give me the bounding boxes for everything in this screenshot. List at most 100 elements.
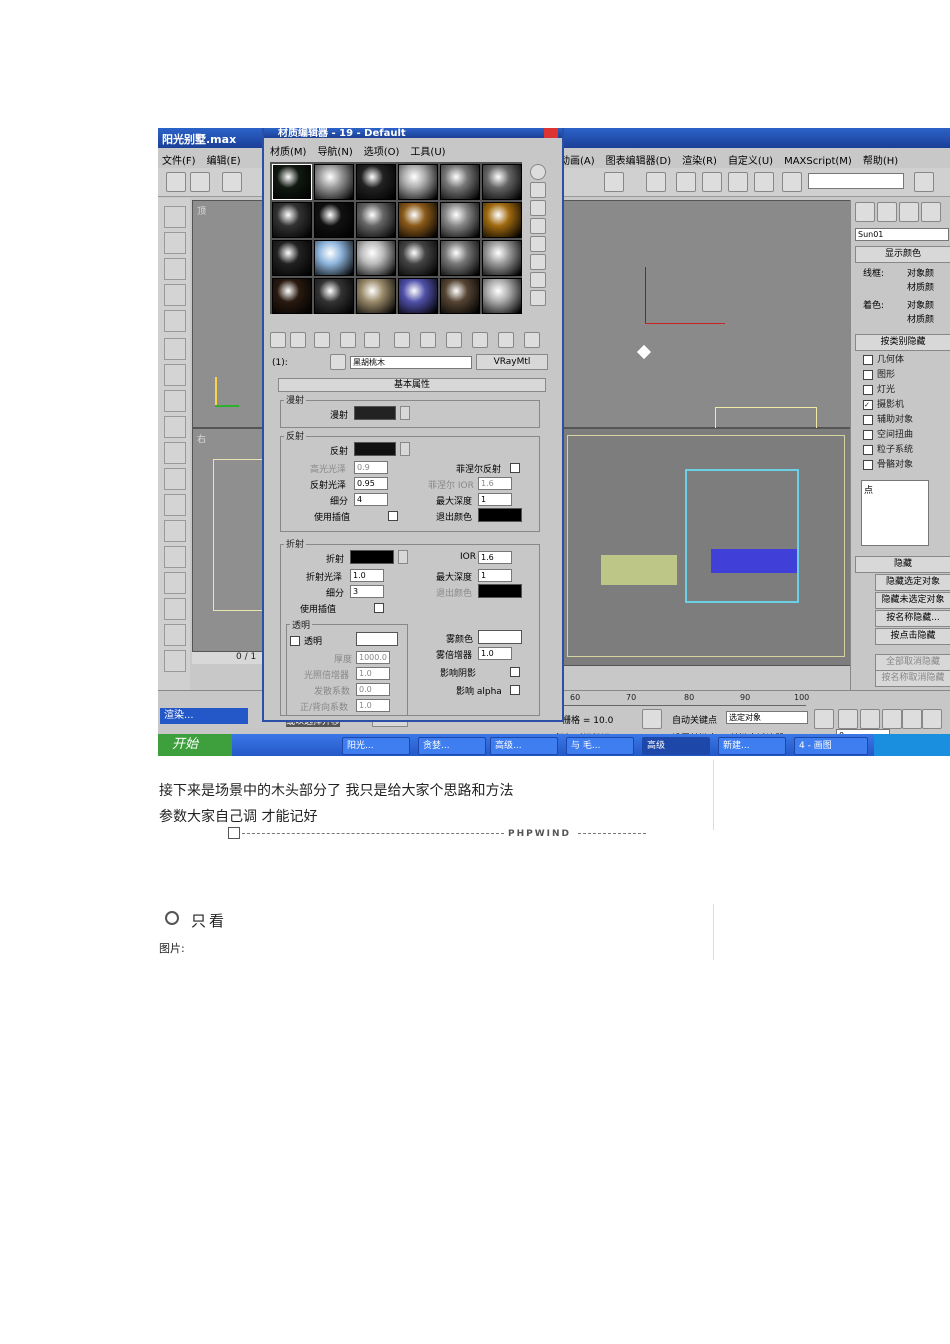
sample-slot[interactable]: [356, 202, 396, 238]
affect-alpha-checkbox[interactable]: [510, 685, 520, 695]
translucent-color-swatch[interactable]: [356, 632, 398, 646]
menu-edit[interactable]: 编辑(E): [207, 156, 241, 167]
menu-graph-editors[interactable]: 图表编辑器(D): [606, 156, 672, 167]
reset-map-icon[interactable]: [340, 332, 356, 348]
material-name-field[interactable]: 黑胡桃木: [350, 356, 472, 369]
category-checkbox[interactable]: [863, 369, 873, 380]
refr-use-interp-checkbox[interactable]: [374, 603, 384, 613]
refl-use-interp-checkbox[interactable]: [388, 511, 398, 521]
background-checker-icon[interactable]: [530, 200, 546, 216]
sample-slot[interactable]: [314, 202, 354, 238]
next-frame-icon[interactable]: [882, 709, 902, 729]
viewport-top[interactable]: 顶: [192, 200, 264, 428]
hide-selected-button[interactable]: 隐藏选定对象: [875, 574, 950, 591]
sample-slot[interactable]: [398, 240, 438, 276]
hide-by-hit-button[interactable]: 按点击隐藏: [875, 628, 950, 645]
menu-animation[interactable]: 动画(A): [560, 156, 595, 167]
put-to-library-icon[interactable]: [394, 332, 410, 348]
sun-light-icon[interactable]: [636, 344, 652, 360]
goto-end-icon[interactable]: [902, 709, 922, 729]
put-to-scene-icon[interactable]: [290, 332, 306, 348]
auto-key-button[interactable]: 自动关键点: [672, 713, 717, 726]
bucket-tool-icon[interactable]: [164, 624, 186, 646]
ior-field[interactable]: 1.6: [478, 551, 512, 564]
unhide-all-button[interactable]: 全部取消隐藏: [875, 654, 950, 671]
material-type-button[interactable]: VRayMtl: [476, 354, 548, 370]
angle-snap-icon[interactable]: [702, 172, 722, 192]
modify-tab-icon[interactable]: [877, 202, 897, 222]
category-checkbox[interactable]: [863, 414, 873, 425]
category-item[interactable]: 几何体: [863, 352, 904, 365]
time-ruler[interactable]: 60 70 80 90 100: [562, 691, 809, 706]
fog-color-swatch[interactable]: [478, 630, 522, 644]
make-preview-icon[interactable]: [530, 254, 546, 270]
category-checkbox[interactable]: [863, 429, 873, 440]
cylinder-tool-icon[interactable]: [164, 232, 186, 254]
box-tool-icon[interactable]: [164, 206, 186, 228]
sample-slot[interactable]: [356, 278, 396, 314]
fwd-back-field[interactable]: 1.0: [356, 699, 390, 712]
play-icon[interactable]: [860, 709, 880, 729]
sample-slot[interactable]: [440, 202, 480, 238]
fog-mult-field[interactable]: 1.0: [478, 647, 512, 660]
task-6[interactable]: 新建...: [718, 737, 786, 755]
sphere-tool-icon[interactable]: [164, 258, 186, 280]
options-icon[interactable]: [530, 272, 546, 288]
show-map-icon[interactable]: [446, 332, 462, 348]
percent-snap-icon[interactable]: [728, 172, 748, 192]
biped-tool-icon[interactable]: [164, 598, 186, 620]
refl-exit-color-swatch[interactable]: [478, 508, 522, 522]
display-color-rollout[interactable]: 显示颜色: [855, 246, 950, 263]
shade-object-color-radio[interactable]: 对象颜: [907, 298, 934, 311]
prev-frame-icon[interactable]: [838, 709, 858, 729]
sample-type-icon[interactable]: [530, 164, 546, 180]
hammer-tool-icon[interactable]: [164, 416, 186, 438]
mirror-icon[interactable]: [914, 172, 934, 192]
dropdown-icon[interactable]: [604, 172, 624, 192]
plane-tool-icon[interactable]: [164, 338, 186, 360]
cone-tool-icon[interactable]: [164, 284, 186, 306]
make-unique-icon[interactable]: [364, 332, 380, 348]
sample-slot[interactable]: [272, 164, 312, 200]
category-item[interactable]: 空间扭曲: [863, 427, 913, 440]
go-to-parent-icon[interactable]: [498, 332, 514, 348]
material-effects-icon[interactable]: [420, 332, 436, 348]
layers-tool-icon[interactable]: [164, 364, 186, 386]
diffuse-color-swatch[interactable]: [354, 406, 396, 420]
named-selection-input[interactable]: [808, 173, 904, 189]
hilight-gloss-field[interactable]: 0.9: [354, 461, 388, 474]
get-material-icon[interactable]: [270, 332, 286, 348]
viewport-right[interactable]: 右: [192, 428, 265, 652]
refr-exit-color-swatch[interactable]: [478, 584, 522, 598]
motion-tab-icon[interactable]: [921, 202, 941, 222]
refl-subdivs-field[interactable]: 4: [354, 493, 388, 506]
task-4[interactable]: 与 毛...: [566, 737, 634, 755]
viewport-front[interactable]: [560, 200, 852, 429]
mtl-menu-navigation[interactable]: 导航(N): [317, 147, 352, 158]
scatter-field[interactable]: 0.0: [356, 683, 390, 696]
sample-slot[interactable]: [440, 240, 480, 276]
create-tab-icon[interactable]: [855, 202, 875, 222]
menu-customize[interactable]: 自定义(U): [728, 156, 773, 167]
basic-params-rollout[interactable]: 基本属性: [278, 378, 546, 392]
light-mult-field[interactable]: 1.0: [356, 667, 390, 680]
line-tool-icon[interactable]: [164, 390, 186, 412]
pick-material-icon[interactable]: [330, 354, 346, 370]
video-check-icon[interactable]: [530, 236, 546, 252]
helper-tool-icon[interactable]: [164, 520, 186, 542]
sample-slot[interactable]: [482, 164, 522, 200]
refr-gloss-field[interactable]: 1.0: [350, 569, 384, 582]
sample-slot[interactable]: [482, 278, 522, 314]
category-item[interactable]: 骨骼对象: [863, 457, 913, 470]
menu-help[interactable]: 帮助(H): [863, 156, 898, 167]
category-item[interactable]: 粒子系统: [863, 442, 913, 455]
zoom-icon[interactable]: [922, 709, 942, 729]
main-menu-right[interactable]: 动画(A) 图表编辑器(D) 渲染(R) 自定义(U) MAXScript(M) 帮助(H…: [560, 152, 950, 167]
thickness-field[interactable]: 1000.0: [356, 651, 390, 664]
refl-gloss-field[interactable]: 0.95: [354, 477, 388, 490]
sample-slot[interactable]: [272, 240, 312, 276]
refract-map-button[interactable]: [398, 550, 408, 564]
only-view-link[interactable]: 只看: [165, 910, 245, 930]
menu-maxscript[interactable]: MAXScript(M): [784, 156, 852, 167]
refr-max-depth-field[interactable]: 1: [478, 569, 512, 582]
